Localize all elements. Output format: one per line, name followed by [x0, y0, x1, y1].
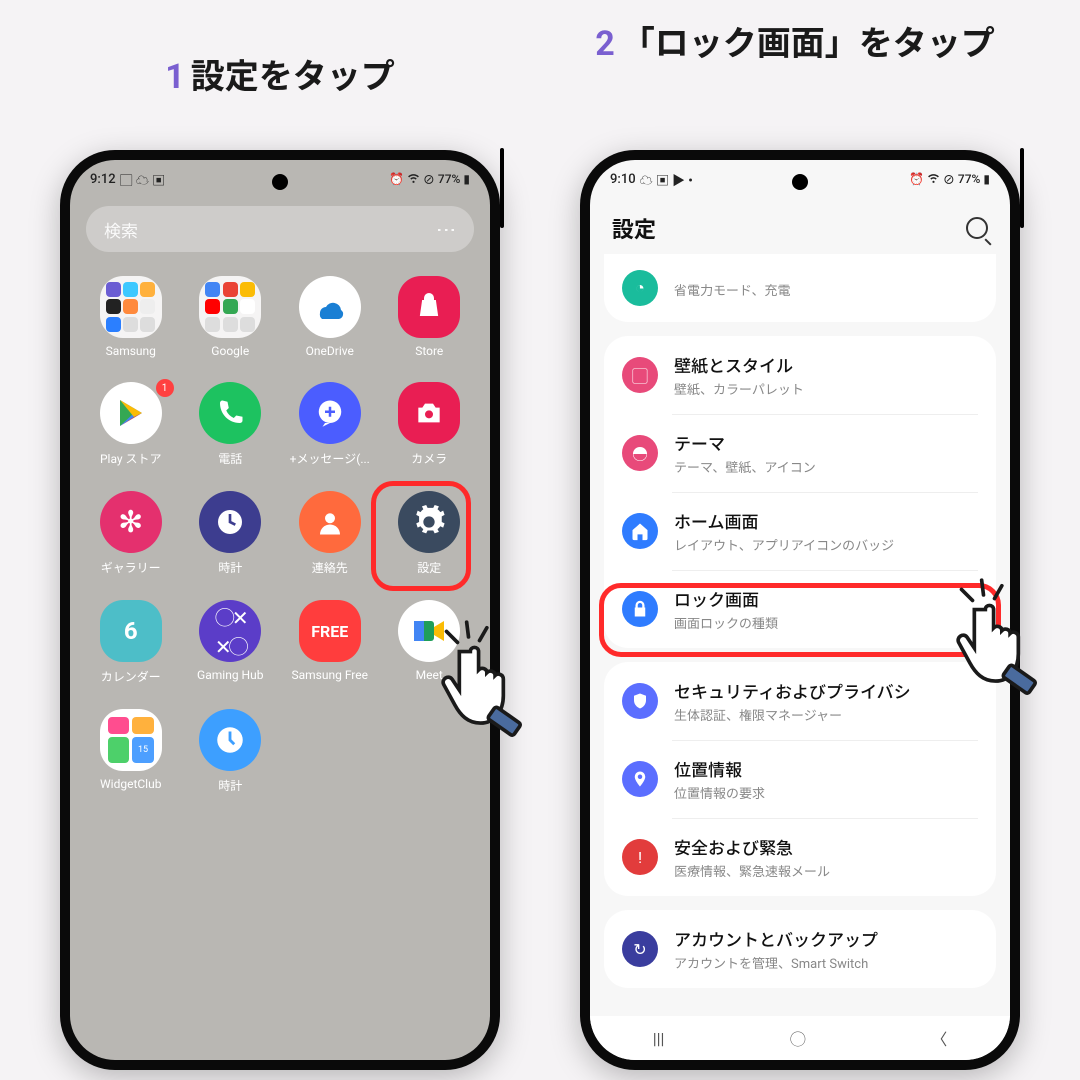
- search-icon[interactable]: [966, 217, 988, 239]
- app-clock[interactable]: 時計: [186, 491, 276, 576]
- back-button[interactable]: 〈: [931, 1026, 947, 1050]
- status-time: 9:12: [90, 172, 116, 187]
- settings-scroll[interactable]: ◔ 省電力モード、充電 ▢ 壁紙とスタイル 壁紙、カラーパレット ◓ テーマ: [590, 254, 1010, 1024]
- app-onedrive[interactable]: OneDrive: [285, 276, 375, 358]
- alarm-icon: ⏰: [389, 172, 404, 186]
- app-camera[interactable]: カメラ: [385, 382, 475, 467]
- meet-icon: [398, 600, 460, 662]
- dnd-icon: ⊘: [943, 171, 955, 188]
- app-calendar[interactable]: 6 カレンダー: [86, 600, 176, 685]
- battery-icon: ▮: [983, 172, 990, 186]
- app-google-folder[interactable]: Google: [186, 276, 276, 358]
- app-samsung-free[interactable]: FREE Samsung Free: [285, 600, 375, 685]
- camera-hole: [272, 174, 288, 190]
- setting-item-lockscreen[interactable]: ロック画面 画面ロックの種類: [604, 570, 996, 648]
- app-gaming-hub[interactable]: ◯✕✕◯ Gaming Hub: [186, 600, 276, 685]
- app-play-store[interactable]: 1 Play ストア: [86, 382, 176, 467]
- setting-card: ↻ アカウントとバックアップ アカウントを管理、Smart Switch: [604, 910, 996, 988]
- setting-item-themes[interactable]: ◓ テーマ テーマ、壁紙、アイコン: [604, 414, 996, 492]
- wifi-icon: [927, 171, 940, 187]
- home-button[interactable]: ◯: [790, 1026, 806, 1050]
- setting-card: ▢ 壁紙とスタイル 壁紙、カラーパレット ◓ テーマ テーマ、壁紙、アイコン: [604, 336, 996, 648]
- app-widgetclub[interactable]: 15 WidgetClub: [86, 709, 176, 794]
- step-1-text: 設定をタップ: [191, 57, 395, 97]
- samsung-free-icon: FREE: [299, 600, 361, 662]
- app-meet[interactable]: Meet: [385, 600, 475, 685]
- app-clock-2[interactable]: 時計: [186, 709, 276, 794]
- settings-icon: [398, 491, 460, 553]
- calendar-icon: 6: [100, 600, 162, 662]
- status-icons-left: ▢ ☁ ▣: [120, 170, 165, 189]
- emergency-icon: !: [622, 839, 658, 875]
- wallpaper-icon: ▢: [622, 357, 658, 393]
- step-2-title: 2「ロック画面」をタップ: [560, 22, 1030, 68]
- folder-icon: [100, 276, 162, 338]
- battery-text: 77%: [958, 172, 980, 186]
- app-phone[interactable]: 電話: [186, 382, 276, 467]
- status-icons-left: ☁ ▣ ▶ •: [640, 170, 693, 189]
- setting-item-wallpaper[interactable]: ▢ 壁紙とスタイル 壁紙、カラーパレット: [604, 336, 996, 414]
- shield-icon: [622, 683, 658, 719]
- settings-header: 設定: [590, 198, 1010, 254]
- folder-icon: [199, 276, 261, 338]
- app-gallery[interactable]: ✻ ギャラリー: [86, 491, 176, 576]
- navigation-bar: ||| ◯ 〈: [590, 1016, 1010, 1060]
- setting-item-accounts[interactable]: ↻ アカウントとバックアップ アカウントを管理、Smart Switch: [604, 910, 996, 988]
- gaming-hub-icon: ◯✕✕◯: [199, 600, 261, 662]
- clock-icon: [199, 491, 261, 553]
- location-icon: [622, 761, 658, 797]
- sync-icon: ↻: [622, 931, 658, 967]
- step-2-text: 「ロック画面」をタップ: [621, 24, 995, 64]
- phone-mockup-1: 9:12 ▢ ☁ ▣ ⏰ ⊘ 77% ▮ 検索 ⋮: [60, 150, 500, 1070]
- camera-icon: [398, 382, 460, 444]
- gallery-icon: ✻: [100, 491, 162, 553]
- phone-mockup-2: 9:10 ☁ ▣ ▶ • ⏰ ⊘ 77% ▮ 設定 ◔ 省電力モード、充電: [580, 150, 1020, 1070]
- contacts-icon: [299, 491, 361, 553]
- app-plus-message[interactable]: +メッセージ(...: [285, 382, 375, 467]
- wifi-icon: [407, 171, 420, 187]
- step-1-number: 1: [165, 57, 185, 97]
- onedrive-icon: [299, 276, 361, 338]
- lock-icon: [622, 591, 658, 627]
- phone-icon: [199, 382, 261, 444]
- notification-badge: 1: [156, 379, 174, 397]
- setting-item-security[interactable]: セキュリティおよびプライバシ 生体認証、権限マネージャー: [604, 662, 996, 740]
- step-2-number: 2: [595, 24, 615, 64]
- store-icon: [398, 276, 460, 338]
- setting-item-home[interactable]: ホーム画面 レイアウト、アプリアイコンのバッジ: [604, 492, 996, 570]
- camera-hole: [792, 174, 808, 190]
- alarm-icon: ⏰: [909, 172, 924, 186]
- widgetclub-icon: 15: [100, 709, 162, 771]
- battery-icon: ▮: [463, 172, 470, 186]
- recents-button[interactable]: |||: [653, 1029, 665, 1048]
- search-field[interactable]: 検索 ⋮: [86, 206, 474, 252]
- theme-icon: ◓: [622, 435, 658, 471]
- status-time: 9:10: [610, 172, 636, 187]
- search-placeholder: 検索: [104, 217, 138, 242]
- clock-icon: [199, 709, 261, 771]
- setting-item-emergency[interactable]: ! 安全および緊急 医療情報、緊急速報メール: [604, 818, 996, 896]
- setting-item-battery[interactable]: ◔ 省電力モード、充電: [604, 254, 996, 322]
- battery-text: 77%: [438, 172, 460, 186]
- app-grid: Samsung Google OneDrive S: [70, 268, 490, 802]
- app-settings[interactable]: 設定: [385, 491, 475, 576]
- setting-item-location[interactable]: 位置情報 位置情報の要求: [604, 740, 996, 818]
- setting-card: ◔ 省電力モード、充電: [604, 254, 996, 322]
- app-samsung-folder[interactable]: Samsung: [86, 276, 176, 358]
- dnd-icon: ⊘: [423, 171, 435, 188]
- battery-care-icon: ◔: [622, 270, 658, 306]
- settings-title: 設定: [612, 212, 656, 244]
- more-icon[interactable]: ⋮: [435, 220, 459, 238]
- app-contacts[interactable]: 連絡先: [285, 491, 375, 576]
- app-store[interactable]: Store: [385, 276, 475, 358]
- home-icon: [622, 513, 658, 549]
- plus-message-icon: [299, 382, 361, 444]
- play-store-icon: [100, 382, 162, 444]
- step-1-title: 1設定をタップ: [60, 55, 500, 101]
- setting-card: セキュリティおよびプライバシ 生体認証、権限マネージャー 位置情報 位置情報の要…: [604, 662, 996, 896]
